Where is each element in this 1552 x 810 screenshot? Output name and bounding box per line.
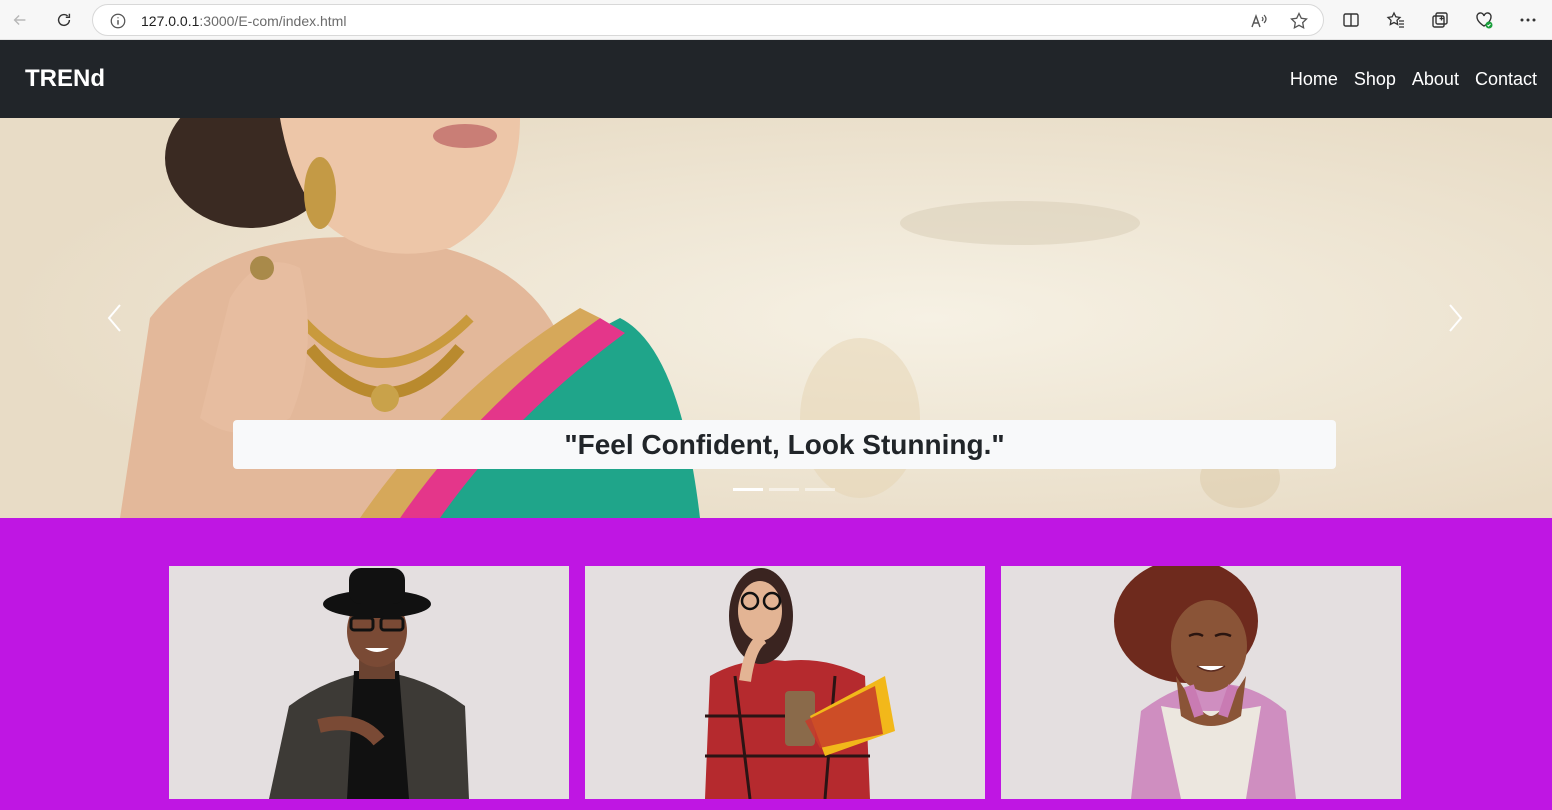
chevron-left-icon [107,304,121,332]
product-card-3[interactable] [1001,566,1401,799]
reload-button[interactable] [52,8,76,32]
browser-essentials-icon[interactable] [1474,10,1494,30]
product-card-2[interactable] [585,566,985,799]
carousel-indicators [733,488,835,491]
address-bar[interactable]: 127.0.0.1:3000/E-com/index.html [92,4,1324,36]
product-image-man-in-hat [169,566,569,799]
nav-link-about[interactable]: About [1412,68,1459,90]
split-screen-icon[interactable] [1341,10,1361,30]
carousel-next-button[interactable] [1435,298,1475,338]
chevron-right-icon [1449,304,1463,332]
carousel-prev-button[interactable] [95,298,135,338]
favorites-icon[interactable] [1386,10,1406,30]
product-image-woman-with-folders [585,566,985,799]
back-button[interactable] [8,8,32,32]
hero-carousel: "Feel Confident, Look Stunning." [0,118,1552,518]
carousel-indicator-3[interactable] [805,488,835,491]
reload-icon [57,13,71,27]
caption-text: "Feel Confident, Look Stunning." [564,428,1005,460]
nav-link-home[interactable]: Home [1290,68,1338,90]
url-text: 127.0.0.1:3000/E-com/index.html [141,13,346,29]
favorite-star-icon[interactable] [1289,11,1309,31]
url-path: :3000/E-com/index.html [199,13,347,29]
more-options-icon[interactable] [1518,10,1538,30]
brand-logo[interactable]: TRENd [25,65,105,93]
carousel-caption: "Feel Confident, Look Stunning." [233,420,1336,469]
read-aloud-icon[interactable] [1249,11,1269,31]
nav-link-contact[interactable]: Contact [1475,68,1537,90]
arrow-left-icon [13,14,26,26]
featured-products-section [0,518,1552,810]
carousel-indicator-1[interactable] [733,488,763,491]
nav-links: Home Shop About Contact [1290,68,1537,90]
product-image-woman-smiling [1001,566,1401,799]
site-navbar: TRENd Home Shop About Contact [0,40,1552,118]
url-host: 127.0.0.1 [141,13,200,29]
carousel-indicator-2[interactable] [769,488,799,491]
nav-link-shop[interactable]: Shop [1354,68,1396,90]
info-icon[interactable] [109,12,127,30]
browser-toolbar: 127.0.0.1:3000/E-com/index.html [0,0,1552,40]
product-card-1[interactable] [169,566,569,799]
collections-icon[interactable] [1430,10,1450,30]
